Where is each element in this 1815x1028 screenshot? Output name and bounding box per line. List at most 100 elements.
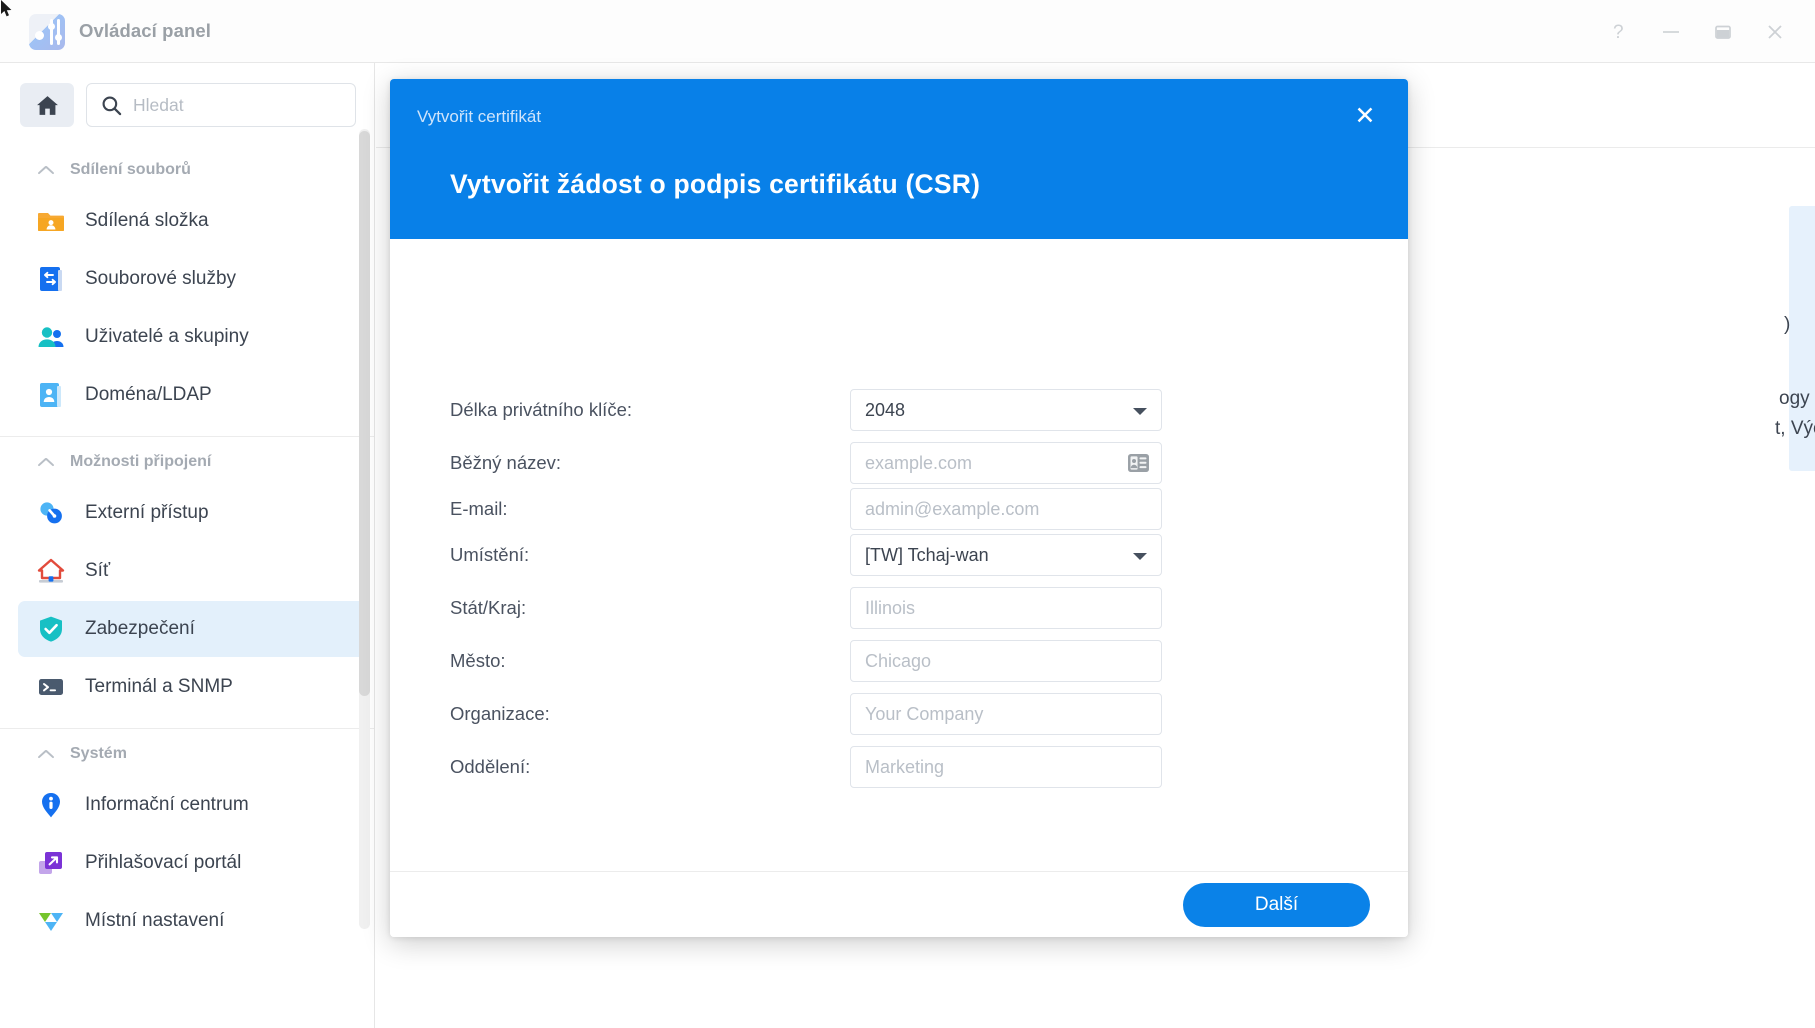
dialog-header: Vytvořit certifikát ✕ Vytvořit žádost o … <box>390 79 1408 239</box>
location-select[interactable]: [TW] Tchaj-wan <box>850 534 1162 576</box>
sidebar-item-security[interactable]: Zabezpečení <box>18 601 366 657</box>
organization-input[interactable]: Your Company <box>850 693 1162 735</box>
domain-ldap-icon <box>36 380 66 410</box>
state-placeholder: Illinois <box>865 597 916 618</box>
sidebar-item-label: Místní nastavení <box>85 910 225 931</box>
create-certificate-dialog: Vytvořit certifikát ✕ Vytvořit žádost o … <box>390 79 1408 937</box>
sidebar-item-domain-ldap[interactable]: Doména/LDAP <box>18 367 366 423</box>
email-input[interactable]: admin@example.com <box>850 488 1162 530</box>
home-button[interactable] <box>20 83 74 127</box>
dialog-window-title: Vytvořit certifikát <box>417 107 542 126</box>
sidebar-item-label: Sdílená složka <box>85 210 209 231</box>
external-access-icon <box>36 498 66 528</box>
sidebar-section-file-sharing[interactable]: Sdílení souborů <box>0 149 374 191</box>
sidebar-item-label: Síť <box>85 560 111 581</box>
email-placeholder: admin@example.com <box>865 498 1040 519</box>
window-controls: ? <box>1593 0 1801 63</box>
department-placeholder: Marketing <box>865 756 945 777</box>
sidebar-item-label: Doména/LDAP <box>85 384 212 405</box>
sidebar: Hledat Sdílení souborů Sdílená složka So… <box>0 63 375 1028</box>
mouse-cursor <box>1 0 12 17</box>
sidebar-item-label: Externí přístup <box>85 502 209 523</box>
sidebar-item-label: Přihlašovací portál <box>85 852 242 873</box>
users-groups-icon <box>36 322 66 352</box>
sidebar-item-label: Terminál a SNMP <box>85 676 233 697</box>
help-button[interactable]: ? <box>1593 9 1645 55</box>
sidebar-item-label: Zabezpečení <box>85 618 195 639</box>
chevron-up-icon <box>38 457 54 467</box>
common-name-input[interactable]: example.com <box>850 442 1162 484</box>
city-placeholder: Chicago <box>865 650 932 671</box>
control-panel-window: Ovládací panel ? Hledat Sdílení souborů … <box>0 0 1815 1028</box>
field-label: Oddělení: <box>450 756 531 777</box>
city-input[interactable]: Chicago <box>850 640 1162 682</box>
window-titlebar: Ovládací panel ? <box>0 0 1815 63</box>
info-center-icon <box>36 790 66 820</box>
form-row-organization: Organizace: Your Company <box>390 691 1408 737</box>
file-services-icon <box>36 264 66 294</box>
form-row-email: E-mail: admin@example.com <box>390 486 1408 532</box>
search-input[interactable]: Hledat <box>86 83 356 127</box>
dialog-footer: Další <box>390 871 1408 937</box>
chevron-up-icon <box>38 165 54 175</box>
shared-folder-icon <box>36 206 66 236</box>
sidebar-item-info-center[interactable]: Informační centrum <box>18 777 366 833</box>
sidebar-item-file-services[interactable]: Souborové služby <box>18 251 366 307</box>
sidebar-item-label: Informační centrum <box>85 794 249 815</box>
network-icon <box>36 556 66 586</box>
field-label: Organizace: <box>450 703 550 724</box>
chevron-up-icon <box>38 749 54 759</box>
login-portal-icon <box>36 848 66 878</box>
chevron-down-icon <box>1133 553 1147 560</box>
sidebar-divider <box>0 436 374 437</box>
field-label: Délka privátního klíče: <box>450 399 633 420</box>
card-line-1: ) <box>1784 314 1791 335</box>
terminal-snmp-icon <box>36 672 66 702</box>
form-row-key-length: Délka privátního klíče: 2048 <box>390 387 1408 433</box>
sidebar-item-shared-folder[interactable]: Sdílená složka <box>18 193 366 249</box>
sidebar-section-connectivity[interactable]: Možnosti připojení <box>0 441 374 483</box>
next-button[interactable]: Další <box>1183 883 1370 927</box>
sidebar-section-label: Systém <box>70 745 127 762</box>
field-label: Město: <box>450 650 506 671</box>
maximize-button[interactable] <box>1697 9 1749 55</box>
regional-options-icon <box>36 906 66 936</box>
sidebar-item-external-access[interactable]: Externí přístup <box>18 485 366 541</box>
state-input[interactable]: Illinois <box>850 587 1162 629</box>
background-info-card: ) ogy Drive Server, t, Výchozí nastavení <box>1775 206 1815 471</box>
key-length-value: 2048 <box>865 399 906 420</box>
form-row-location: Umístění: [TW] Tchaj-wan <box>390 532 1408 578</box>
form-row-city: Město: Chicago <box>390 638 1408 684</box>
sidebar-section-label: Sdílení souborů <box>70 161 191 178</box>
sidebar-item-regional-options[interactable]: Místní nastavení <box>18 893 366 949</box>
window-title: Ovládací panel <box>79 20 211 41</box>
sidebar-nav: Sdílení souborů Sdílená složka Souborové… <box>0 149 374 949</box>
organization-placeholder: Your Company <box>865 703 984 724</box>
contact-card-icon[interactable] <box>1127 453 1150 473</box>
sidebar-item-terminal-snmp[interactable]: Terminál a SNMP <box>18 659 366 715</box>
sidebar-item-label: Uživatelé a skupiny <box>85 326 249 347</box>
form-row-department: Oddělení: Marketing <box>390 744 1408 790</box>
home-icon <box>36 95 58 115</box>
sidebar-header: Hledat <box>0 63 374 135</box>
sidebar-item-network[interactable]: Síť <box>18 543 366 599</box>
dialog-close-button[interactable]: ✕ <box>1348 99 1382 133</box>
sidebar-section-system[interactable]: Systém <box>0 733 374 775</box>
close-button[interactable] <box>1749 9 1801 55</box>
svg-text:?: ? <box>1613 22 1624 43</box>
location-value: [TW] Tchaj-wan <box>865 544 989 565</box>
key-length-select[interactable]: 2048 <box>850 389 1162 431</box>
sidebar-scrollbar-thumb[interactable] <box>359 131 370 696</box>
dialog-body: Délka privátního klíče: 2048 Běžný název… <box>390 239 1408 871</box>
sidebar-section-label: Možnosti připojení <box>70 453 212 470</box>
sidebar-item-login-portal[interactable]: Přihlašovací portál <box>18 835 366 891</box>
card-line-2: ogy Drive Server, <box>1779 388 1815 409</box>
department-input[interactable]: Marketing <box>850 746 1162 788</box>
field-label: Stát/Kraj: <box>450 597 527 618</box>
sidebar-item-users-groups[interactable]: Uživatelé a skupiny <box>18 309 366 365</box>
search-placeholder: Hledat <box>133 94 184 115</box>
dialog-heading: Vytvořit žádost o podpis certifikátu (CS… <box>450 169 981 199</box>
common-name-placeholder: example.com <box>865 452 973 473</box>
minimize-button[interactable] <box>1645 9 1697 55</box>
search-icon <box>102 96 122 115</box>
